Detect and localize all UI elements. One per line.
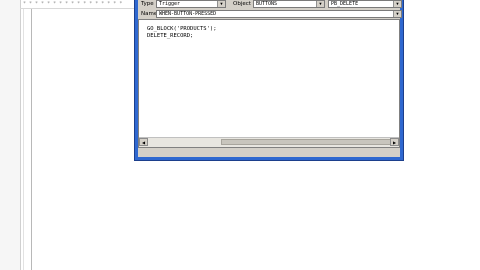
code-editor[interactable]: GO_BLOCK('PRODUCTS'); DELETE_RECORD; ◀ ▶ bbox=[138, 19, 400, 148]
editor-margin-line bbox=[23, 9, 24, 270]
type-select-value: Trigger bbox=[159, 1, 181, 7]
object-select[interactable]: BUTTONS ▼ bbox=[253, 0, 325, 8]
editor-header-divider bbox=[20, 8, 136, 9]
chevron-down-icon[interactable]: ▼ bbox=[393, 11, 401, 17]
item-select-value: PB_DELETE bbox=[331, 1, 359, 7]
type-select[interactable]: Trigger ▼ bbox=[156, 0, 226, 8]
code-text[interactable]: GO_BLOCK('PRODUCTS'); DELETE_RECORD; bbox=[147, 26, 217, 40]
chevron-down-icon[interactable]: ▼ bbox=[316, 1, 324, 7]
code-line: GO_BLOCK('PRODUCTS'); bbox=[147, 26, 217, 32]
scrollbar-thumb[interactable] bbox=[221, 139, 391, 145]
horizontal-scrollbar[interactable]: ◀ ▶ bbox=[139, 137, 399, 147]
name-select[interactable]: WHEN-BUTTON-PRESSED ▼ bbox=[156, 10, 402, 18]
chevron-down-icon[interactable]: ▼ bbox=[393, 1, 401, 7]
plsql-editor-panel: Type Trigger ▼ Object BUTTONS ▼ PB_DELET… bbox=[138, 0, 402, 157]
editor-gutter bbox=[0, 0, 21, 270]
object-select-value: BUTTONS bbox=[256, 1, 278, 7]
editor-header-text: * * * * * * * * * * * * * * * * * bbox=[23, 1, 123, 7]
scroll-left-icon[interactable]: ◀ bbox=[139, 138, 148, 146]
editor-indent-line bbox=[31, 9, 32, 270]
item-select[interactable]: PB_DELETE ▼ bbox=[328, 0, 402, 8]
name-select-value: WHEN-BUTTON-PRESSED bbox=[159, 11, 217, 17]
scroll-right-icon[interactable]: ▶ bbox=[390, 138, 399, 146]
code-line: DELETE_RECORD; bbox=[147, 33, 194, 39]
chevron-down-icon[interactable]: ▼ bbox=[217, 1, 225, 7]
plsql-editor-window: Type Trigger ▼ Object BUTTONS ▼ PB_DELET… bbox=[134, 0, 404, 161]
